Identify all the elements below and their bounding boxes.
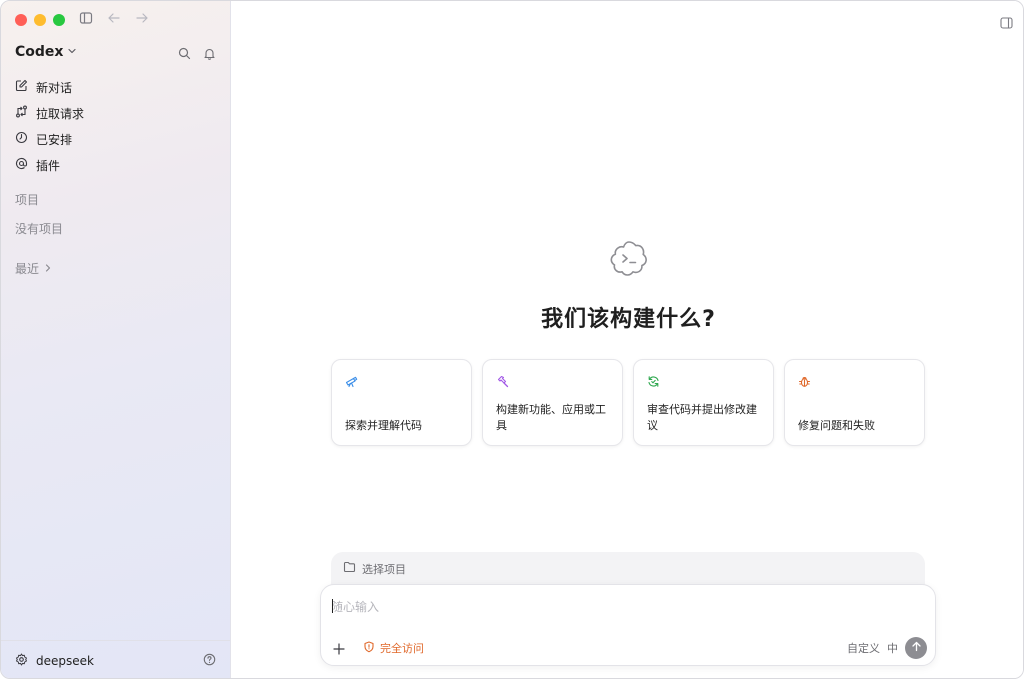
folder-icon [343,561,356,576]
close-window-button[interactable] [15,14,27,26]
suggestion-card-explore[interactable]: 探索并理解代码 [331,359,472,446]
chevron-down-icon [67,44,77,60]
app-title-switcher[interactable]: Codex [15,44,77,60]
sidebar-toggle-icon[interactable] [79,11,93,25]
composer-right-tools: 自定义 中 [847,637,927,659]
bell-icon[interactable] [203,45,216,64]
suggestion-card-review[interactable]: 审查代码并提出修改建议 [633,359,774,446]
at-icon [15,157,28,173]
window-controls [15,14,65,26]
forward-arrow-icon[interactable] [135,11,149,25]
sidebar-nav: 新对话 拉取请求 已安排 插件 [1,74,231,178]
sidebar-item-pull-requests[interactable]: 拉取请求 [1,100,231,126]
suggestion-card-label: 探索并理解代码 [345,419,422,432]
sidebar-item-new-chat[interactable]: 新对话 [1,74,231,100]
sidebar: Codex 新对话 拉取请求 已安排 插件 项目 没有项目 最近 deepsee… [1,1,231,678]
suggestion-card-build[interactable]: 构建新功能、应用或工具 [482,359,623,446]
chevron-right-icon [43,262,53,276]
sidebar-footer: deepseek [1,640,230,678]
sidebar-item-label: 拉取请求 [36,106,85,121]
suggestion-card-fix[interactable]: 修复问题和失败 [784,359,925,446]
suggestion-cards: 探索并理解代码 构建新功能、应用或工具 审查代码并提出修改建议 修复问题和失败 [331,359,925,446]
telescope-icon [345,373,358,392]
custom-model-button[interactable]: 自定义 [847,640,880,656]
main-panel: 我们该构建什么? 探索并理解代码 构建新功能、应用或工具 审查代码并提出修改建议 [232,1,1023,678]
page-title: 我们该构建什么? [541,307,716,332]
send-button[interactable] [905,637,927,659]
language-toggle[interactable]: 中 [887,640,898,656]
app-title: Codex [15,44,64,60]
no-projects-label: 没有项目 [15,222,64,236]
access-mode-button[interactable]: 完全访问 [363,640,424,656]
account-button[interactable]: deepseek [15,653,94,669]
sidebar-item-scheduled[interactable]: 已安排 [1,126,231,152]
suggestion-card-label: 审查代码并提出修改建议 [647,403,757,432]
recent-section-toggle[interactable]: 最近 [15,260,53,277]
pull-request-icon [15,105,28,121]
text-caret [332,599,333,613]
gear-icon [15,653,28,669]
sidebar-top-toolbar [79,11,149,25]
minimize-window-button[interactable] [34,14,46,26]
projects-section-label: 项目 [15,193,40,207]
arrow-up-icon [911,641,922,655]
zoom-window-button[interactable] [53,14,65,26]
panel-toggle-icon[interactable] [1000,14,1013,33]
add-attachment-icon[interactable] [333,640,345,659]
edit-icon [15,79,28,95]
codex-cloud-icon [608,238,650,284]
sidebar-item-label: 新对话 [36,80,73,95]
sidebar-tools [178,45,216,64]
hammer-icon [496,373,509,392]
sidebar-item-plugins[interactable]: 插件 [1,152,231,178]
sidebar-item-label: 已安排 [36,132,73,147]
composer: 完全访问 自定义 中 [320,584,936,666]
access-mode-label: 完全访问 [380,642,424,655]
bug-icon [798,373,811,392]
app-window: Codex 新对话 拉取请求 已安排 插件 项目 没有项目 最近 deepsee… [0,0,1024,679]
refresh-check-icon [647,373,660,392]
suggestion-card-label: 构建新功能、应用或工具 [496,403,606,432]
shield-alert-icon [363,640,375,656]
sidebar-item-label: 插件 [36,158,61,173]
project-select-label: 选择项目 [362,563,406,576]
help-icon[interactable] [203,653,216,669]
message-input[interactable] [331,598,921,616]
back-arrow-icon[interactable] [107,11,121,25]
suggestion-card-label: 修复问题和失败 [798,419,875,432]
clock-icon [15,131,28,147]
search-icon[interactable] [178,45,191,64]
username: deepseek [36,653,94,668]
recent-label: 最近 [15,262,40,276]
